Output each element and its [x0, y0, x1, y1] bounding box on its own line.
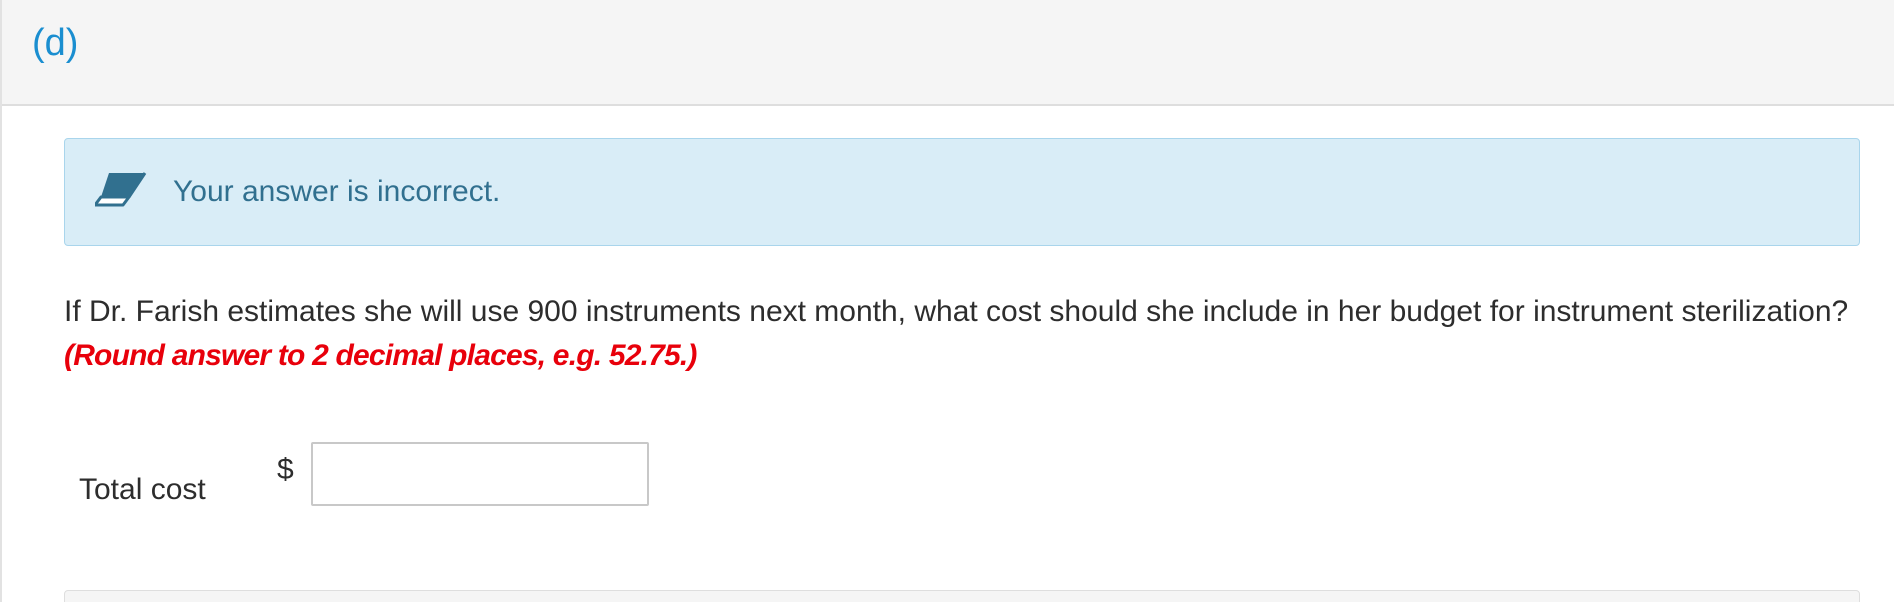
feedback-message: Your answer is incorrect. [173, 175, 501, 208]
part-label: (d) [32, 22, 79, 64]
eraser-icon [93, 167, 149, 207]
currency-symbol: $ [277, 453, 294, 486]
question-text: If Dr. Farish estimates she will use 900… [64, 290, 1864, 378]
next-section-panel [64, 590, 1860, 602]
total-cost-label: Total cost [79, 473, 206, 506]
feedback-alert: Your answer is incorrect. [64, 138, 1860, 246]
part-header: (d) [2, 0, 1894, 106]
rounding-note: (Round answer to 2 decimal places, e.g. … [64, 339, 697, 372]
total-cost-input[interactable] [311, 442, 649, 506]
question-body: If Dr. Farish estimates she will use 900… [64, 295, 1849, 328]
question-part-panel: (d) Your answer is incorrect. If Dr. Far… [0, 0, 1894, 602]
